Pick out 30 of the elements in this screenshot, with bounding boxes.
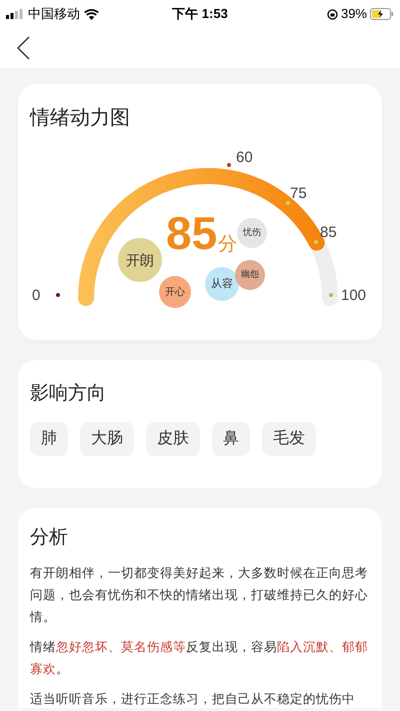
wifi-icon xyxy=(84,8,99,20)
card-title: 分析 xyxy=(30,526,69,550)
emotion-bubble: 幽怨 xyxy=(235,260,265,290)
analysis-paragraph: 情绪忽好忽坏、莫名伤感等反复出现，容易陷入沉默、郁郁寡欢。 xyxy=(30,639,369,678)
emotion-bubble: 从容 xyxy=(205,267,239,301)
tick-label: 85 xyxy=(320,225,337,241)
organ-tag: 毛发 xyxy=(262,422,316,456)
emotion-bubble: 开朗 xyxy=(118,238,162,282)
battery-icon xyxy=(370,8,394,20)
tick-label: 75 xyxy=(290,186,307,202)
signal-icon xyxy=(6,9,24,19)
clock-time: 下午 1:53 xyxy=(171,5,229,24)
score-unit: 分 xyxy=(218,233,238,257)
orientation-lock-icon xyxy=(326,8,338,20)
emotion-bubble: 忧伤 xyxy=(237,218,267,248)
emotion-bubble: 开心 xyxy=(159,276,191,308)
organ-tag: 肺 xyxy=(30,422,68,456)
analysis-paragraph: 适当听听音乐，进行正念练习，把自己从不稳定的忧伤中 xyxy=(30,691,356,708)
organ-tag: 大肠 xyxy=(80,422,134,456)
score-value: 85 xyxy=(166,208,218,258)
carrier-name: 中国移动 xyxy=(28,5,80,24)
battery-percent: 39% xyxy=(340,5,367,24)
analysis-paragraph: 有开朗相伴，一切都变得美好起来，大多数时候在正向思考问题，也会有忧伤和不快的情绪出现，打破维持已久的好心情。 xyxy=(30,565,369,626)
card-title: 情绪动力图 xyxy=(28,106,131,131)
organ-tag: 鼻 xyxy=(212,422,250,456)
tick-label: 100 xyxy=(341,288,366,304)
card-title: 影响方向 xyxy=(30,382,107,406)
tick-label: 60 xyxy=(236,150,253,166)
organ-tag: 皮肤 xyxy=(146,422,200,456)
tick-label: 0 xyxy=(32,288,40,304)
